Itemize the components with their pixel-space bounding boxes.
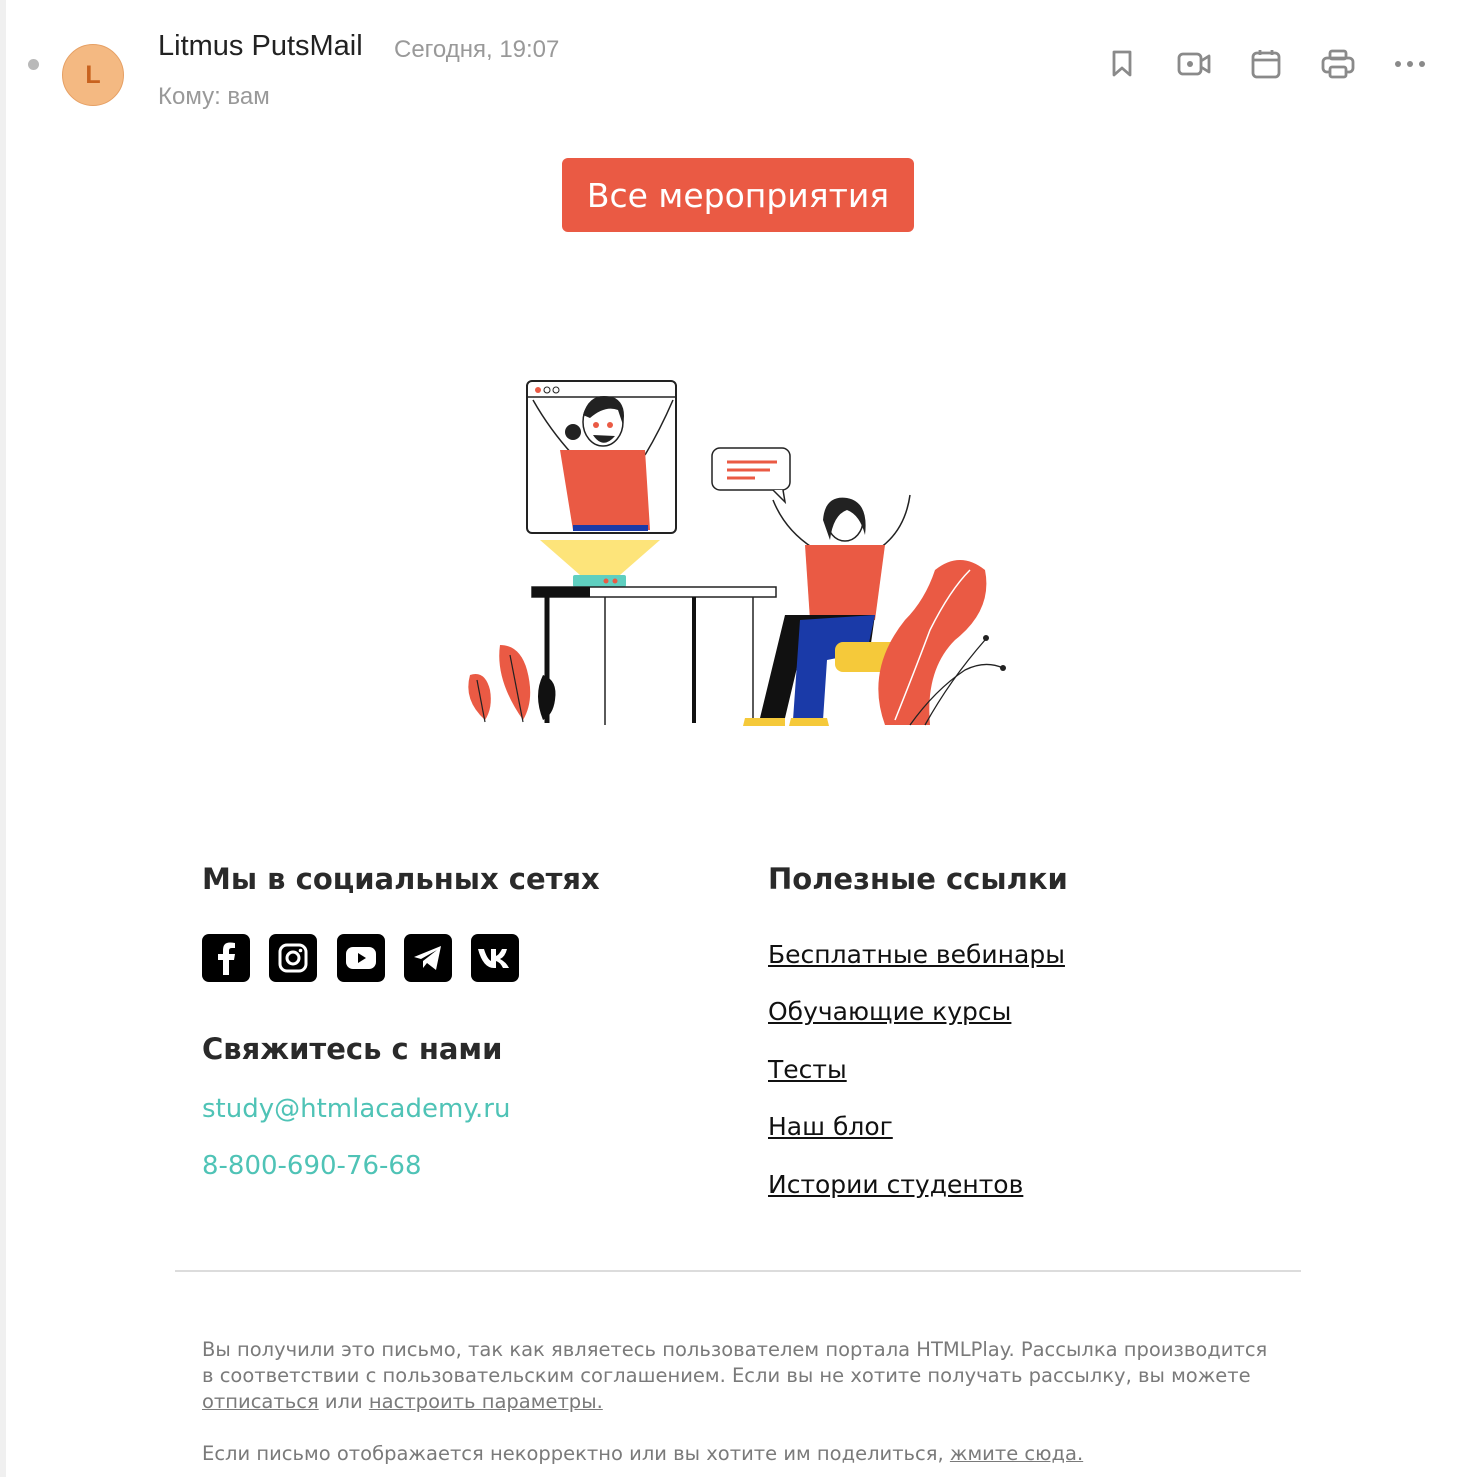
social-heading: Мы в социальных сетях — [202, 862, 600, 896]
link-tests[interactable]: Тесты — [768, 1055, 847, 1084]
more-icon[interactable] — [1390, 44, 1430, 84]
avatar: L — [62, 44, 124, 106]
video-call-icon[interactable] — [1174, 44, 1214, 84]
all-events-button[interactable]: Все мероприятия — [562, 158, 914, 232]
recipient-line: Кому: вам — [158, 83, 270, 110]
unsubscribe-link[interactable]: отписаться — [202, 1390, 319, 1413]
online-meeting-illustration — [468, 380, 1006, 726]
vk-icon[interactable] — [471, 934, 519, 982]
bookmark-icon[interactable] — [1102, 44, 1142, 84]
notice-or: или — [318, 1390, 369, 1413]
share-notice: Если письмо отображается некорректно или… — [202, 1441, 1282, 1467]
link-student-stories[interactable]: Истории студентов — [768, 1170, 1023, 1199]
link-courses[interactable]: Обучающие курсы — [768, 997, 1011, 1026]
telegram-icon[interactable] — [404, 934, 452, 982]
print-icon[interactable] — [1318, 44, 1358, 84]
facebook-icon[interactable] — [202, 934, 250, 982]
link-free-webinars[interactable]: Бесплатные вебинары — [768, 940, 1065, 969]
share-text: Если письмо отображается некорректно или… — [202, 1442, 950, 1465]
notice-text: Вы получили это письмо, так как являетес… — [202, 1338, 1268, 1387]
contact-heading: Свяжитесь с нами — [202, 1032, 503, 1066]
youtube-icon[interactable] — [337, 934, 385, 982]
left-pane-edge — [0, 0, 6, 1477]
calendar-icon[interactable] — [1246, 44, 1286, 84]
subscription-notice: Вы получили это письмо, так как являетес… — [202, 1337, 1282, 1415]
instagram-icon[interactable] — [269, 934, 317, 982]
unread-indicator[interactable] — [28, 59, 39, 70]
settings-link[interactable]: настроить параметры. — [369, 1390, 603, 1413]
contact-email-link[interactable]: study@htmlacademy.ru — [202, 1094, 510, 1124]
useful-links-heading: Полезные ссылки — [768, 862, 1068, 896]
share-link[interactable]: жмите сюда. — [950, 1442, 1083, 1465]
footer-divider — [175, 1270, 1301, 1272]
contact-phone-link[interactable]: 8-800-690-76-68 — [202, 1151, 422, 1181]
sender-name[interactable]: Litmus PutsMail — [158, 30, 363, 63]
message-date: Сегодня, 19:07 — [394, 36, 560, 63]
link-blog[interactable]: Наш блог — [768, 1112, 893, 1141]
